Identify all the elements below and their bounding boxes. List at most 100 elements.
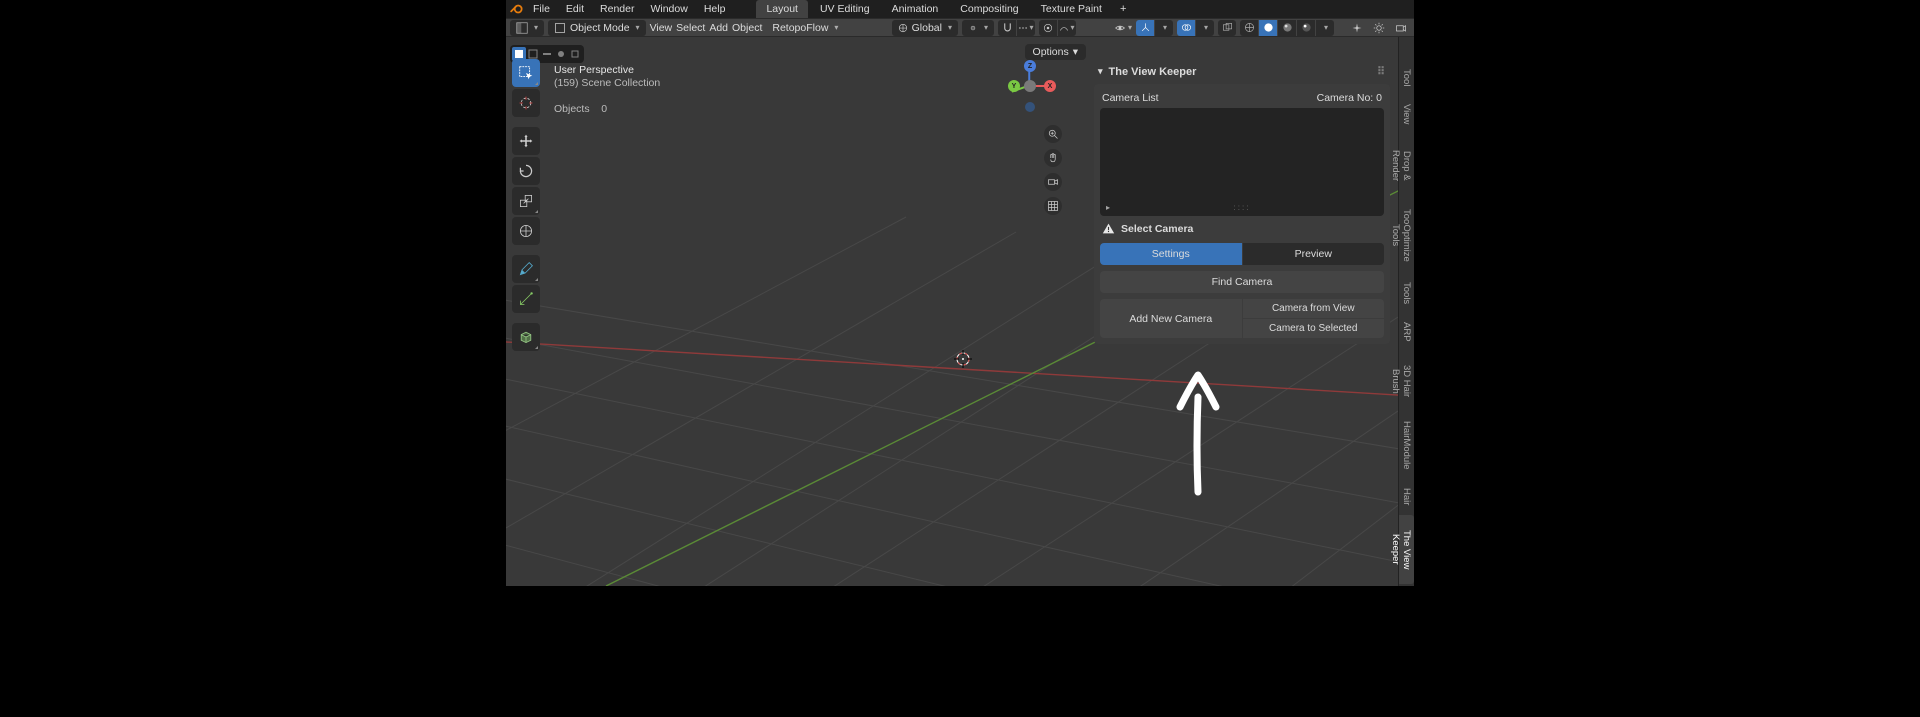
show-gizmo-toggle[interactable] (1136, 20, 1154, 36)
tab-view-keeper[interactable]: The View Keeper (1399, 515, 1414, 584)
tab-arp[interactable]: ARP (1399, 314, 1414, 350)
perspective-toggle-button[interactable] (1044, 197, 1062, 215)
shading-rendered[interactable] (1297, 20, 1315, 36)
tab-toooptimize[interactable]: TooOptimize Tools (1399, 199, 1414, 272)
tool-measure[interactable] (512, 285, 540, 313)
mode-label: Object Mode (570, 22, 630, 34)
xray-toggle[interactable] (1218, 20, 1236, 36)
sparkle-icon (1351, 22, 1363, 34)
menu-help[interactable]: Help (697, 1, 733, 17)
gizmo-dropdown[interactable]: ▾ (1155, 20, 1173, 36)
editor-type-dropdown[interactable]: ▾ (510, 20, 544, 36)
3d-viewport[interactable]: User Perspective (159) Scene Collection … (506, 37, 1398, 586)
settings-tab[interactable]: Settings (1100, 243, 1242, 265)
retopoflow-dropdown[interactable]: RetopoFlow ▾ (766, 20, 844, 36)
shading-wireframe[interactable] (1240, 20, 1258, 36)
orientation-label: Global (912, 22, 942, 34)
tool-transform[interactable] (512, 217, 540, 245)
tab-hair-module[interactable]: HairModule (1399, 413, 1414, 478)
camera-list[interactable]: ▸ :::: (1100, 108, 1384, 216)
camera-from-view-button[interactable]: Camera from View (1243, 299, 1385, 318)
annotate-icon (518, 261, 534, 277)
proportional-falloff-dropdown[interactable]: ▾ (1058, 20, 1076, 36)
tab-view[interactable]: View (1399, 96, 1414, 132)
header-extras-2[interactable] (1370, 20, 1388, 36)
snap-toggle[interactable] (998, 20, 1016, 36)
workspace-animation[interactable]: Animation (882, 0, 949, 18)
nav-gizmo[interactable]: Z X Y (1004, 60, 1056, 112)
tab-3d-hair-brush[interactable]: 3D Hair Brush (1399, 351, 1414, 411)
gizmo-x-axis[interactable]: X (1044, 80, 1056, 92)
shading-material[interactable] (1278, 20, 1296, 36)
zoom-icon (1047, 128, 1059, 140)
proportional-toggle[interactable] (1039, 20, 1057, 36)
panel-grip-icon[interactable]: ⠿ (1377, 65, 1386, 78)
camera-to-selected-button[interactable]: Camera to Selected (1243, 319, 1385, 338)
gizmo-z-axis[interactable]: Z (1024, 60, 1036, 72)
tool-annotate[interactable] (512, 255, 540, 283)
menu-window[interactable]: Window (643, 1, 694, 17)
select-mode-5[interactable] (568, 47, 582, 61)
snap-type-dropdown[interactable]: ▾ (1017, 20, 1035, 36)
gizmo-y-axis[interactable]: Y (1008, 80, 1020, 92)
list-expander-icon[interactable]: ▸ (1106, 203, 1110, 212)
pivot-icon (968, 23, 978, 33)
add-workspace-button[interactable]: + (1114, 1, 1132, 17)
mode-dropdown[interactable]: Object Mode ▾ (548, 20, 646, 36)
header-extras-1[interactable] (1348, 20, 1366, 36)
select-mode-3[interactable] (540, 47, 554, 61)
panel-header[interactable]: ▾ The View Keeper ⠿ (1094, 63, 1390, 80)
view-info-overlay: User Perspective (159) Scene Collection … (554, 64, 660, 116)
menu-file[interactable]: File (526, 1, 557, 17)
tab-hair[interactable]: Hair (1399, 480, 1414, 513)
visibility-dropdown[interactable]: ▾ (1114, 20, 1132, 36)
menu-edit[interactable]: Edit (559, 1, 591, 17)
tool-rotate[interactable] (512, 157, 540, 185)
overlay-dropdown[interactable]: ▾ (1196, 20, 1214, 36)
tab-drop-render[interactable]: Drop & Render (1399, 135, 1414, 197)
left-toolbar (512, 59, 540, 351)
tool-add-cube[interactable] (512, 323, 540, 351)
proportional-icon (1043, 23, 1053, 33)
preview-tab[interactable]: Preview (1243, 243, 1385, 265)
select-mode-4[interactable] (554, 47, 568, 61)
tab-tools[interactable]: Tools (1399, 274, 1414, 312)
header-select[interactable]: Select (676, 22, 705, 34)
objects-count: 0 (601, 103, 607, 115)
rendered-icon (1301, 22, 1312, 33)
options-dropdown[interactable]: Options ▾ (1025, 44, 1086, 60)
tool-select-box[interactable] (512, 59, 540, 87)
pivot-dropdown[interactable]: ▾ (962, 20, 994, 36)
find-camera-button[interactable]: Find Camera (1100, 271, 1384, 293)
orientation-dropdown[interactable]: Global ▾ (892, 20, 958, 36)
retopoflow-label: RetopoFlow (772, 22, 828, 34)
add-new-camera-button[interactable]: Add New Camera (1100, 299, 1242, 338)
proportional-group: ▾ (1039, 20, 1076, 36)
menu-render[interactable]: Render (593, 1, 641, 17)
material-icon (1282, 22, 1293, 33)
tab-tool[interactable]: Tool (1399, 61, 1414, 94)
grid-icon (1047, 200, 1059, 212)
show-overlay-toggle[interactable] (1177, 20, 1195, 36)
workspace-compositing[interactable]: Compositing (950, 0, 1028, 18)
list-resize-handle[interactable]: :::: (1234, 203, 1251, 212)
shading-solid[interactable] (1259, 20, 1277, 36)
tool-scale[interactable] (512, 187, 540, 215)
eye-icon (1114, 22, 1126, 34)
tool-cursor[interactable] (512, 89, 540, 117)
workspace-layout[interactable]: Layout (756, 0, 808, 18)
workspace-texture-paint[interactable]: Texture Paint (1031, 0, 1112, 18)
workspace-uv[interactable]: UV Editing (810, 0, 880, 18)
tool-move[interactable] (512, 127, 540, 155)
header-extras-3[interactable] (1392, 20, 1410, 36)
camera-view-icon (1047, 176, 1059, 188)
shading-dropdown[interactable]: ▾ (1316, 20, 1334, 36)
gizmo-neg-z-axis[interactable] (1025, 102, 1035, 112)
header-add[interactable]: Add (709, 22, 728, 34)
pan-button[interactable] (1044, 149, 1062, 167)
camera-view-button[interactable] (1044, 173, 1062, 191)
header-view[interactable]: View (650, 22, 673, 34)
zoom-button[interactable] (1044, 125, 1062, 143)
blender-logo-icon (510, 2, 524, 16)
header-object[interactable]: Object (732, 22, 762, 34)
